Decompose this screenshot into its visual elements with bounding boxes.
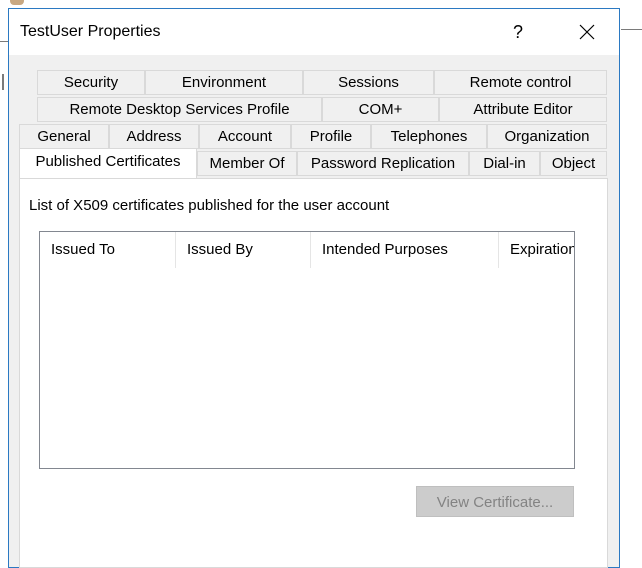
column-issued-to[interactable]: Issued To bbox=[40, 232, 176, 268]
column-expiration[interactable]: Expiration bbox=[499, 232, 574, 268]
tab-security[interactable]: Security bbox=[37, 70, 145, 95]
tab-remote-control[interactable]: Remote control bbox=[434, 70, 607, 95]
tab-environment[interactable]: Environment bbox=[145, 70, 303, 95]
list-header: Issued To Issued By Intended Purposes Ex… bbox=[40, 232, 574, 268]
properties-dialog: TestUser Properties ? Security Environme… bbox=[8, 8, 620, 568]
tab-object[interactable]: Object bbox=[540, 151, 607, 176]
view-certificate-button[interactable]: View Certificate... bbox=[416, 486, 574, 517]
close-button[interactable] bbox=[564, 9, 610, 55]
tab-published-certificates[interactable]: Published Certificates bbox=[19, 148, 197, 178]
tab-account[interactable]: Account bbox=[199, 124, 291, 149]
tab-attribute-editor[interactable]: Attribute Editor bbox=[439, 97, 607, 122]
tab-address[interactable]: Address bbox=[109, 124, 199, 149]
background-app-icon bbox=[10, 0, 24, 5]
tab-general[interactable]: General bbox=[19, 124, 109, 149]
tab-dial-in[interactable]: Dial-in bbox=[469, 151, 540, 176]
background-fragment bbox=[2, 74, 4, 90]
background-line bbox=[621, 29, 642, 30]
help-button[interactable]: ? bbox=[495, 9, 541, 55]
window-title: TestUser Properties bbox=[20, 23, 161, 40]
column-intended-purposes[interactable]: Intended Purposes bbox=[311, 232, 499, 268]
close-icon bbox=[579, 24, 595, 40]
tab-com-plus[interactable]: COM+ bbox=[322, 97, 439, 122]
title-bar[interactable]: TestUser Properties ? bbox=[9, 9, 619, 55]
tab-organization[interactable]: Organization bbox=[487, 124, 607, 149]
tab-sessions[interactable]: Sessions bbox=[303, 70, 434, 95]
certificates-description: List of X509 certificates published for … bbox=[29, 197, 390, 214]
background-line bbox=[0, 41, 8, 42]
tab-password-replication[interactable]: Password Replication bbox=[297, 151, 469, 176]
column-issued-by[interactable]: Issued By bbox=[176, 232, 311, 268]
tab-member-of[interactable]: Member Of bbox=[197, 151, 297, 176]
help-icon: ? bbox=[512, 21, 523, 42]
tab-profile[interactable]: Profile bbox=[291, 124, 371, 149]
tab-telephones[interactable]: Telephones bbox=[371, 124, 487, 149]
certificates-list[interactable]: Issued To Issued By Intended Purposes Ex… bbox=[39, 231, 575, 469]
tab-remote-desktop-services-profile[interactable]: Remote Desktop Services Profile bbox=[37, 97, 322, 122]
